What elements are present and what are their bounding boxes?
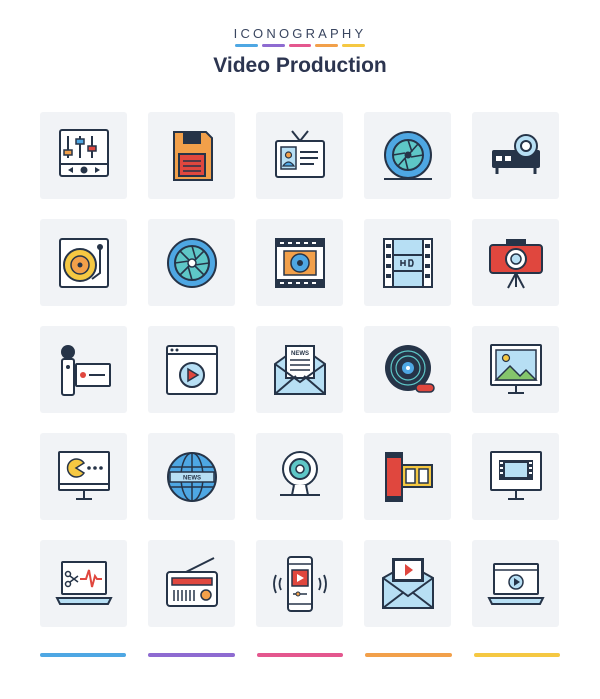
brand-bar [288,44,312,47]
projector-icon [491,133,540,174]
icon-tile[interactable] [148,326,235,413]
radio-icon [165,556,218,607]
bottom-bar [473,653,561,657]
brand-bar [235,44,258,47]
icon-tile[interactable]: NEWS [256,326,343,413]
icon-tile[interactable] [472,433,559,520]
brand-bar [261,44,285,47]
camera-aperture-icon [383,130,432,180]
brand-name: ICONOGRAPHY [233,26,367,41]
icon-tile[interactable] [256,540,343,627]
icon-tile[interactable] [256,219,343,306]
icon-tile[interactable] [472,540,559,627]
bottom-bar [148,653,235,657]
icon-tile[interactable] [364,433,451,520]
icon-tile[interactable] [40,219,127,306]
icon-tile[interactable] [364,326,451,413]
webcam-icon [279,450,320,496]
icon-tile[interactable] [364,112,451,199]
news-mail-icon: NEWS [273,344,326,395]
icon-tile[interactable] [364,219,451,306]
icon-tile[interactable] [40,540,127,627]
brand-bar [342,44,365,47]
shutter-icon [166,237,217,288]
film-monitor-icon [489,450,542,500]
icon-tile[interactable] [256,433,343,520]
icon-tile[interactable] [472,219,559,306]
floppy-disk-icon [172,130,213,181]
bottom-color-bars [40,653,561,657]
video-laptop-icon [486,562,545,605]
hd-film-strip-icon [382,237,433,288]
camera-tripod-icon [488,238,543,288]
bottom-bar [40,653,127,657]
icon-tile[interactable] [148,219,235,306]
video-player-window-icon [165,344,218,395]
mobile-video-icon [272,555,327,612]
film-frame-icon [274,237,325,288]
landscape-monitor-icon [489,343,542,394]
icon-tile[interactable] [148,112,235,199]
icon-tile[interactable]: NEWS [148,433,235,520]
svg-text:NEWS: NEWS [183,475,201,481]
icon-tile[interactable] [256,112,343,199]
vinyl-record-icon [384,344,435,393]
news-globe-icon: NEWS [166,451,217,502]
vinyl-turntable-icon [58,237,109,288]
film-roll-icon [384,451,433,502]
brand-color-bars [235,44,365,47]
video-mail-icon [381,557,434,609]
brand-bar [315,44,339,47]
svg-text:NEWS: NEWS [291,351,309,357]
icon-tile[interactable] [148,540,235,627]
id-card-icon [274,129,325,178]
icon-tile[interactable] [472,112,559,199]
page-title: Video Production [213,54,387,77]
icon-tile[interactable] [40,326,127,413]
bottom-bar [365,653,452,657]
icon-tile[interactable] [40,433,127,520]
icon-tile[interactable] [472,326,559,413]
equalizer-panel-icon [58,128,109,177]
handheld-camera-icon [60,344,111,396]
icon-tile[interactable] [40,112,127,199]
icon-grid: NEWS NEWS [40,112,559,627]
audio-edit-laptop-icon [54,560,113,605]
pacman-monitor-icon [57,450,110,500]
bottom-bar [256,653,344,657]
icon-tile[interactable] [364,540,451,627]
